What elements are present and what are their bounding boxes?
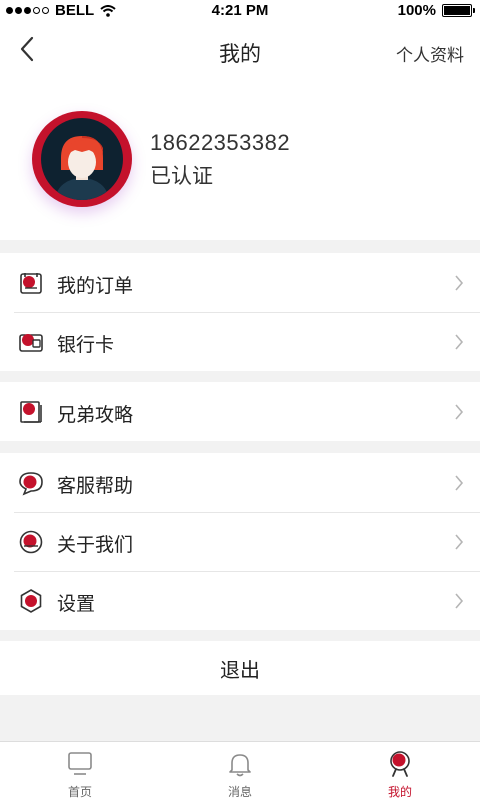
- monitor-icon: [68, 752, 92, 775]
- tab-label: 消息: [227, 785, 252, 799]
- info-circle-icon: [19, 530, 43, 554]
- menu-item-about[interactable]: 关于我们: [0, 512, 480, 571]
- chevron-right-icon: [455, 275, 464, 291]
- card-icon: [19, 334, 43, 352]
- chevron-right-icon: [455, 475, 464, 491]
- nav-bar: 我的 个人资料: [0, 22, 480, 80]
- menu-group-help: 客服帮助 关于我们 设置: [0, 453, 480, 630]
- menu-item-guide[interactable]: 兄弟攻略: [0, 382, 480, 441]
- back-button[interactable]: [14, 34, 40, 64]
- menu-group-account: 我的订单 银行卡: [0, 253, 480, 371]
- status-bar: BELL 4:21 PM 100%: [0, 0, 480, 22]
- menu-label: 我的订单: [57, 275, 134, 297]
- menu-label: 银行卡: [57, 334, 115, 356]
- menu-group-guide: 兄弟攻略: [0, 382, 480, 441]
- bell-icon: [229, 754, 251, 777]
- chevron-left-icon: [20, 36, 34, 62]
- menu-item-bank-card[interactable]: 银行卡: [0, 312, 480, 371]
- gear-icon: [20, 589, 42, 613]
- chevron-right-icon: [455, 334, 464, 350]
- avatar-image: [41, 118, 123, 200]
- phone-number: 18622353382: [150, 130, 291, 155]
- order-icon: [20, 273, 42, 294]
- verification-status: 已认证: [150, 164, 213, 188]
- tab-label: 我的: [387, 785, 412, 799]
- profile-section: 18622353382 已认证: [0, 80, 480, 240]
- logout-button[interactable]: 退出: [0, 641, 480, 695]
- tab-label: 首页: [67, 785, 92, 799]
- tab-home[interactable]: 首页: [0, 742, 160, 800]
- book-icon: [20, 401, 42, 423]
- tab-messages[interactable]: 消息: [160, 742, 320, 800]
- menu-item-orders[interactable]: 我的订单: [0, 253, 480, 312]
- tab-mine[interactable]: 我的: [320, 742, 480, 800]
- profile-info-link[interactable]: 个人资料: [396, 41, 464, 66]
- chat-bubble-icon: [19, 472, 43, 496]
- menu-item-support[interactable]: 客服帮助: [0, 453, 480, 512]
- battery-percent: 100%: [397, 2, 436, 19]
- status-right: 100%: [397, 2, 475, 19]
- user-icon: [390, 751, 410, 777]
- menu-label: 兄弟攻略: [57, 404, 134, 426]
- menu-label: 客服帮助: [57, 475, 134, 497]
- chevron-right-icon: [455, 534, 464, 550]
- tab-bar: 首页 消息 我的: [0, 741, 480, 800]
- menu-item-settings[interactable]: 设置: [0, 571, 480, 630]
- chevron-right-icon: [455, 593, 464, 609]
- menu-label: 设置: [57, 593, 96, 615]
- battery-icon: [442, 4, 475, 17]
- avatar[interactable]: [32, 111, 132, 207]
- menu-label: 关于我们: [57, 534, 134, 556]
- chevron-right-icon: [455, 404, 464, 420]
